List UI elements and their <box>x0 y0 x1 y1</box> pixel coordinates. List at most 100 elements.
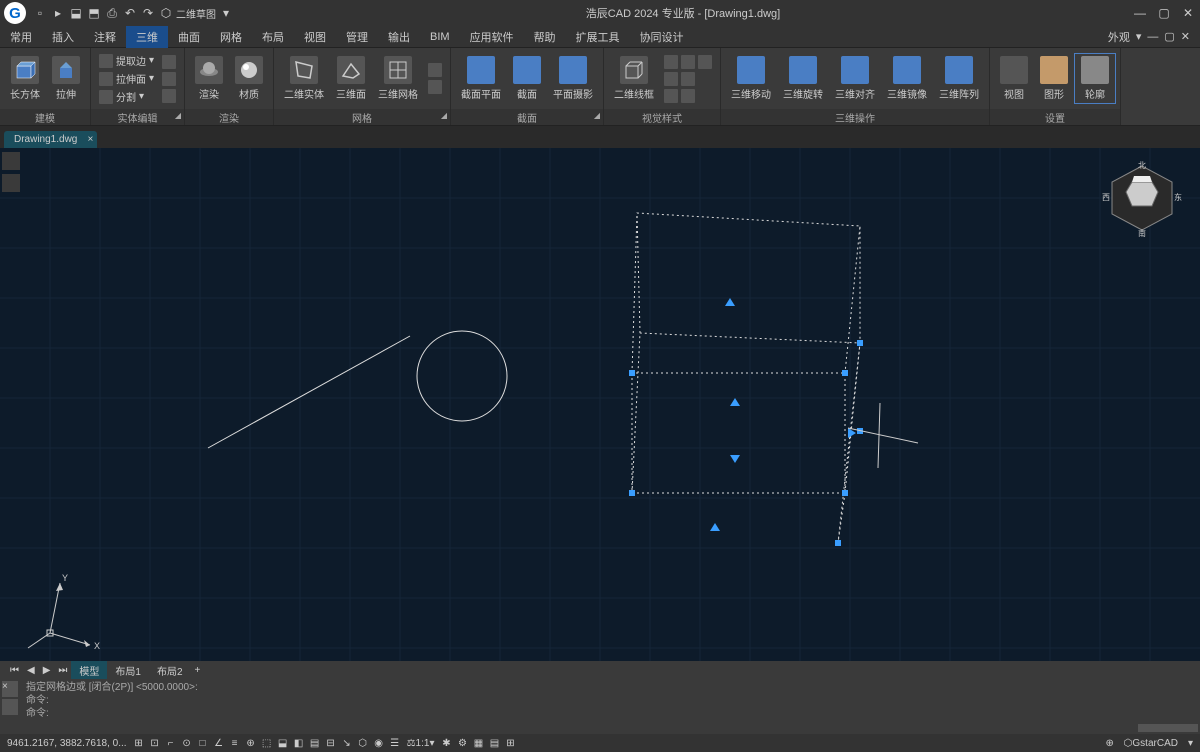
edit-small-2[interactable] <box>160 71 178 87</box>
tab-insert[interactable]: 插入 <box>42 26 84 48</box>
split-tool[interactable]: 分割▾ <box>97 88 156 105</box>
box-tool[interactable]: 长方体 <box>4 54 46 103</box>
appearance-label[interactable]: 外观 <box>1108 29 1130 45</box>
maximize-icon[interactable]: ▢ <box>1156 5 1172 21</box>
mirror3d-tool[interactable]: 三维镜像 <box>881 54 933 103</box>
move3d-tool[interactable]: 三维移动 <box>725 54 777 103</box>
coordinates[interactable]: 9461.2167, 3882.7618, 0... <box>4 738 130 749</box>
expand-icon[interactable]: ◢ <box>594 111 600 120</box>
profile-tool[interactable]: 轮廓 <box>1074 53 1116 104</box>
cmd-input[interactable]: 命令: <box>26 707 1196 720</box>
toggle-12[interactable]: ▤ <box>308 736 322 750</box>
expand-icon[interactable]: ◢ <box>175 111 181 120</box>
layout-tab-2[interactable]: 布局2 <box>149 661 191 680</box>
dyn-toggle[interactable]: ⊕ <box>244 736 258 750</box>
edit-small-1[interactable] <box>160 54 178 70</box>
tab-annotate[interactable]: 注释 <box>84 26 126 48</box>
cmd-scrollbar[interactable] <box>1138 724 1198 732</box>
visual-opt-2[interactable] <box>662 71 714 87</box>
tab-collab[interactable]: 协同设计 <box>630 26 694 48</box>
toggle-9[interactable]: ⬚ <box>260 736 274 750</box>
notification-icon[interactable]: ⊕ <box>1103 736 1117 750</box>
align3d-tool[interactable]: 三维对齐 <box>829 54 881 103</box>
command-line[interactable]: × 指定网格边或 [闭合(2P)] <5000.0000>: 命令: 命令: <box>0 679 1200 734</box>
flatshot-tool[interactable]: 平面摄影 <box>547 54 599 103</box>
layout-add[interactable]: + <box>191 663 205 678</box>
extrude-face-tool[interactable]: 拉伸面▾ <box>97 70 156 87</box>
viewcube[interactable]: 北 南 东 西 <box>1102 158 1182 238</box>
layout-tab-1[interactable]: 布局1 <box>107 661 149 680</box>
toggle-13[interactable]: ⊟ <box>324 736 338 750</box>
extrude-tool[interactable]: 拉伸 <box>46 54 86 103</box>
tab-help[interactable]: 帮助 <box>524 26 566 48</box>
toggle-16[interactable]: ◉ <box>372 736 386 750</box>
drawn-line[interactable] <box>208 336 410 448</box>
toggle-14[interactable]: ↘ <box>340 736 354 750</box>
ortho-toggle[interactable]: ⌐ <box>164 736 178 750</box>
otrack-toggle[interactable]: ∠ <box>212 736 226 750</box>
mesh3d-tool[interactable]: 三维网格 <box>372 54 424 103</box>
face3d-tool[interactable]: 三维面 <box>330 54 372 103</box>
save-icon[interactable]: ⬓ <box>68 5 84 21</box>
tab-surface[interactable]: 曲面 <box>168 26 210 48</box>
visual-opt-1[interactable] <box>662 54 714 70</box>
drawing-tool[interactable]: 图形 <box>1034 54 1074 103</box>
toggle-20[interactable]: ▦ <box>471 736 485 750</box>
layout-nav-first[interactable]: ⏮ <box>6 663 23 678</box>
lwt-toggle[interactable]: ≡ <box>228 736 242 750</box>
tab-3d[interactable]: 三维 <box>126 26 168 48</box>
minimize2-icon[interactable]: ― <box>1147 31 1158 43</box>
left-tool-2[interactable] <box>2 174 20 192</box>
saveas-icon[interactable]: ⬒ <box>86 5 102 21</box>
annotation-scale[interactable]: ⚖ 1:1 ▾ <box>404 738 438 749</box>
toggle-18[interactable]: ✱ <box>439 736 453 750</box>
toggle-17[interactable]: ☰ <box>388 736 402 750</box>
render-tool[interactable]: 渲染 <box>189 54 229 103</box>
tab-view[interactable]: 视图 <box>294 26 336 48</box>
undo-icon[interactable]: ↶ <box>122 5 138 21</box>
tab-home[interactable]: 常用 <box>0 26 42 48</box>
toggle-19[interactable]: ⚙ <box>455 736 469 750</box>
close2-icon[interactable]: ✕ <box>1181 30 1190 43</box>
tab-bim[interactable]: BIM <box>420 28 460 46</box>
redo-icon[interactable]: ↷ <box>140 5 156 21</box>
left-tool-1[interactable] <box>2 152 20 170</box>
workspace-icon[interactable]: ⬡ <box>158 5 174 21</box>
visual-opt-3[interactable] <box>662 88 714 104</box>
open-icon[interactable]: ▸ <box>50 5 66 21</box>
layout-nav-prev[interactable]: ◀ <box>23 663 39 678</box>
print-icon[interactable]: ⎙ <box>104 5 120 21</box>
toggle-11[interactable]: ◧ <box>292 736 306 750</box>
new-icon[interactable]: ▫ <box>32 5 48 21</box>
section-tool[interactable]: 截面 <box>507 54 547 103</box>
minimize-icon[interactable]: ― <box>1132 5 1148 21</box>
rotate3d-tool[interactable]: 三维旋转 <box>777 54 829 103</box>
tab-output[interactable]: 输出 <box>378 26 420 48</box>
mesh-opt-1[interactable] <box>426 62 444 78</box>
tab-manage[interactable]: 管理 <box>336 26 378 48</box>
view-tool[interactable]: 视图 <box>994 54 1034 103</box>
edit-small-3[interactable] <box>160 88 178 104</box>
close-icon[interactable]: ✕ <box>1180 5 1196 21</box>
layout-tab-model[interactable]: 模型 <box>71 661 107 680</box>
cmd-recent-icon[interactable] <box>2 699 18 715</box>
snap-toggle[interactable]: ⊡ <box>148 736 162 750</box>
cmd-close-icon[interactable]: × <box>2 681 18 697</box>
document-tab[interactable]: Drawing1.dwg × <box>4 131 97 148</box>
tab-mesh[interactable]: 网格 <box>210 26 252 48</box>
layout-nav-next[interactable]: ▶ <box>39 663 55 678</box>
drawing-canvas[interactable] <box>0 148 1200 664</box>
selected-box[interactable] <box>632 213 860 543</box>
tab-layout[interactable]: 布局 <box>252 26 294 48</box>
tab-extend[interactable]: 扩展工具 <box>566 26 630 48</box>
toggle-22[interactable]: ⊞ <box>503 736 517 750</box>
array3d-tool[interactable]: 三维阵列 <box>933 54 985 103</box>
extract-edge-tool[interactable]: 提取边▾ <box>97 52 156 69</box>
toggle-21[interactable]: ▤ <box>487 736 501 750</box>
solid2d-tool[interactable]: 二维实体 <box>278 54 330 103</box>
close-tab-icon[interactable]: × <box>88 134 94 145</box>
grid-toggle[interactable]: ⊞ <box>132 736 146 750</box>
mesh-opt-2[interactable] <box>426 79 444 95</box>
chevron-down-icon[interactable]: ▾ <box>1136 30 1142 43</box>
grips[interactable] <box>629 298 863 546</box>
